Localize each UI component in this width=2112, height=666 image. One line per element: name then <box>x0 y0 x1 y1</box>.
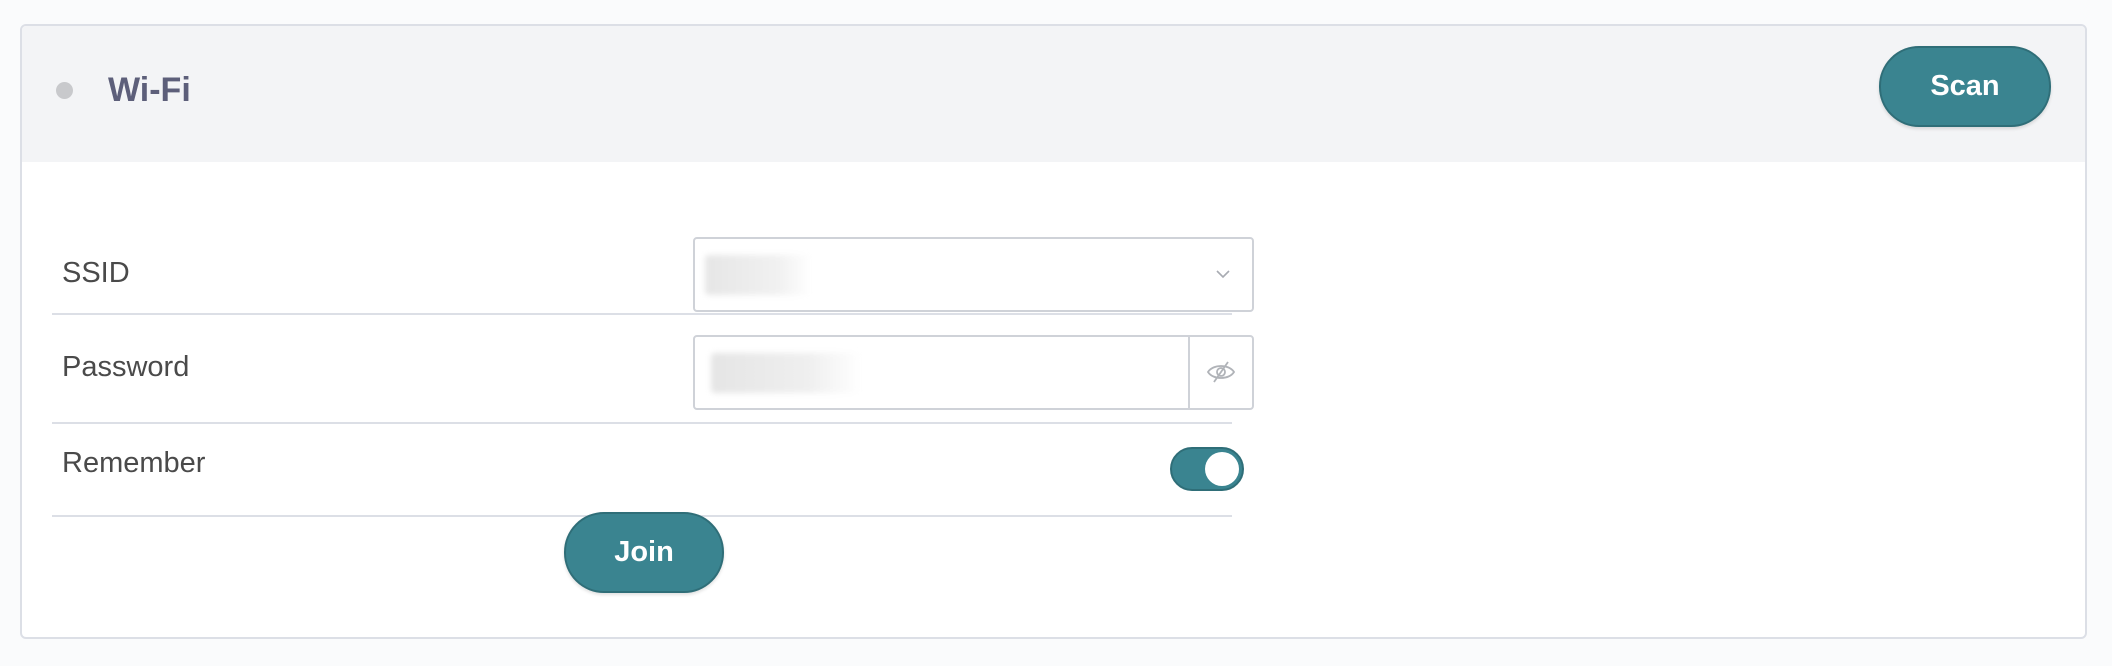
remember-row: Remember <box>52 422 1244 517</box>
remember-toggle[interactable] <box>1170 447 1244 491</box>
remember-label: Remember <box>62 447 206 479</box>
scan-button[interactable]: Scan <box>1879 46 2051 127</box>
toggle-knob <box>1205 452 1239 486</box>
ssid-value-redacted <box>705 255 811 295</box>
chevron-down-icon <box>1212 263 1234 285</box>
join-button[interactable]: Join <box>564 512 724 593</box>
password-label: Password <box>62 351 190 383</box>
password-visibility-toggle[interactable] <box>1188 337 1252 408</box>
status-dot-icon <box>56 82 73 99</box>
eye-off-icon <box>1206 361 1236 383</box>
ssid-label: SSID <box>62 257 130 289</box>
card-title: Wi-Fi <box>108 71 191 109</box>
ssid-select[interactable] <box>693 237 1254 312</box>
wifi-card: Wi-Fi Scan SSID Password Remember Join <box>20 24 2087 639</box>
password-row: Password <box>52 313 1254 424</box>
password-input[interactable] <box>693 335 1254 410</box>
ssid-row: SSID <box>52 213 1254 315</box>
card-header: Wi-Fi Scan <box>22 26 2085 162</box>
password-value-redacted <box>711 353 861 393</box>
